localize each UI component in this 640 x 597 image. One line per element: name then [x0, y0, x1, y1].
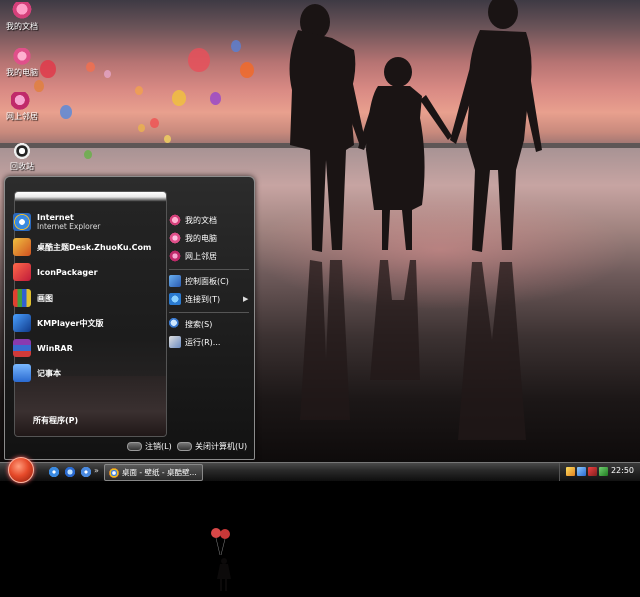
volume-tray-icon[interactable]: [577, 467, 586, 476]
place-search[interactable]: 搜索(S): [169, 316, 212, 332]
run-icon: [169, 336, 181, 348]
place-label: 运行(R)...: [185, 337, 221, 347]
taskbar-window-button[interactable]: 桌面 - 壁纸 - 桌酷壁...: [104, 464, 203, 481]
family-silhouette: [289, 0, 542, 440]
desktop-icon-my-documents[interactable]: 我的文档: [0, 2, 44, 32]
program-paint[interactable]: 画图: [13, 287, 53, 309]
place-label: 搜索(S): [185, 319, 213, 329]
desktop-icon-label: 网上邻居: [6, 112, 38, 121]
place-label: 控制面板(C): [185, 276, 229, 286]
app-tray-icon[interactable]: [588, 467, 597, 476]
balloon: [231, 40, 241, 52]
search-icon: [169, 318, 181, 330]
program-kmplayer[interactable]: KMPlayer中文版: [13, 312, 104, 334]
place-my-documents[interactable]: 我的文档: [169, 212, 217, 228]
logoff-icon: [127, 442, 142, 451]
program-winrar[interactable]: WinRAR: [13, 337, 73, 359]
girl-balloons-illustration: [211, 528, 231, 591]
balloon: [60, 105, 72, 119]
desktop-icon-recycle-bin[interactable]: 回收站: [0, 142, 44, 172]
balloon: [150, 118, 159, 128]
balloon: [210, 92, 221, 105]
place-label: 我的电脑: [185, 233, 217, 243]
shutdown-label: 关闭计算机(U): [195, 442, 248, 451]
control-panel-icon: [169, 275, 181, 287]
desktop-icon-label: 回收站: [10, 162, 34, 171]
place-control-panel[interactable]: 控制面板(C): [169, 273, 229, 289]
place-label: 网上邻居: [185, 251, 217, 261]
network-tray-icon[interactable]: [566, 467, 575, 476]
logoff-button[interactable]: 注销(L): [127, 441, 172, 452]
start-button[interactable]: [8, 457, 34, 483]
program-internet-explorer[interactable]: Internet Internet Explorer: [13, 211, 100, 233]
program-label: 画图: [37, 293, 53, 303]
balloon: [138, 124, 145, 132]
menu-separator: [169, 312, 249, 313]
taskbar: » 桌面 - 壁纸 - 桌酷壁... ‹ 22:50: [0, 457, 640, 483]
logoff-label: 注销(L): [145, 442, 172, 451]
desktop-icon-network-places[interactable]: 网上邻居: [0, 92, 44, 122]
notepad-icon: [13, 364, 31, 382]
program-label: IconPackager: [37, 267, 98, 277]
place-my-computer[interactable]: 我的电脑: [169, 230, 217, 246]
system-tray: 22:50: [559, 463, 640, 481]
desktop-icon-label: 我的文档: [6, 22, 38, 31]
program-notepad[interactable]: 记事本: [13, 362, 61, 384]
menu-scene-image: [15, 376, 166, 436]
all-programs-button[interactable]: 所有程序(P): [33, 415, 78, 426]
place-label: 连接到(T): [185, 294, 221, 304]
place-network-places[interactable]: 网上邻居: [169, 248, 217, 264]
balloon: [84, 150, 92, 159]
place-label: 我的文档: [185, 215, 217, 225]
recycle-bin-icon: [11, 142, 33, 160]
network-places-icon: [11, 92, 33, 110]
place-connect-to[interactable]: 连接到(T): [169, 291, 220, 307]
place-run[interactable]: 运行(R)...: [169, 334, 220, 350]
program-iconpackager[interactable]: IconPackager: [13, 261, 98, 283]
start-menu: Internet Internet Explorer 桌酷主题Desk.Zhuo…: [4, 176, 255, 591]
kmplayer-icon: [13, 314, 31, 332]
quicklaunch-show-desktop-icon[interactable]: [64, 466, 76, 478]
submenu-arrow-icon: ▶: [243, 295, 249, 303]
quicklaunch-media-icon[interactable]: [80, 466, 92, 478]
my-documents-icon: [11, 2, 33, 20]
my-computer-icon: [169, 232, 181, 244]
program-label: 记事本: [37, 368, 61, 378]
balloon: [240, 62, 254, 78]
balloon: [172, 90, 186, 106]
iconpackager-icon: [13, 263, 31, 281]
clock[interactable]: 22:50: [611, 466, 634, 475]
zhuoku-theme-icon: [13, 238, 31, 256]
balloon: [34, 80, 44, 92]
quicklaunch-ie-icon[interactable]: [48, 466, 60, 478]
program-sublabel: Internet Explorer: [37, 222, 101, 231]
balloon: [188, 48, 210, 72]
desktop-icon-label: 我的电脑: [6, 68, 38, 77]
balloon: [86, 62, 95, 72]
menu-separator: [169, 269, 249, 270]
connect-to-icon: [169, 293, 181, 305]
program-label: KMPlayer中文版: [37, 318, 104, 328]
winrar-icon: [13, 339, 31, 357]
taskbar-window-label: 桌面 - 壁纸 - 桌酷壁...: [122, 468, 197, 477]
quicklaunch-expand-icon[interactable]: »: [94, 466, 100, 478]
shutdown-icon: [177, 442, 192, 451]
chrome-icon: [109, 467, 119, 478]
my-computer-icon: [11, 48, 33, 66]
program-zhuoku-theme[interactable]: 桌酷主题Desk.ZhuoKu.Com: [13, 236, 151, 258]
shutdown-button[interactable]: 关闭计算机(U): [177, 441, 247, 452]
program-label: Internet: [37, 213, 74, 222]
balloon: [135, 86, 143, 95]
desktop-icon-my-computer[interactable]: 我的电脑: [0, 48, 44, 78]
balloon: [104, 70, 111, 78]
balloon: [164, 135, 171, 143]
program-label: 桌酷主题Desk.ZhuoKu.Com: [37, 242, 152, 252]
program-label: WinRAR: [37, 343, 73, 353]
security-tray-icon[interactable]: [599, 467, 608, 476]
paint-icon: [13, 289, 31, 307]
network-places-icon: [169, 250, 181, 262]
internet-explorer-icon: [13, 213, 31, 231]
my-documents-icon: [169, 214, 181, 226]
